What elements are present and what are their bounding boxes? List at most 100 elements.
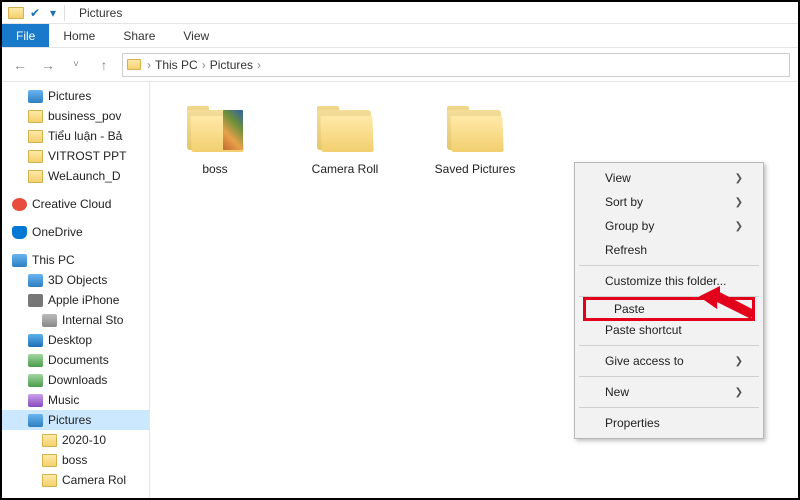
tab-file[interactable]: File — [2, 24, 49, 47]
sidebar-item-pictures-qa[interactable]: Pictures — [2, 86, 149, 106]
sidebar-item-welaunch[interactable]: WeLaunch_D — [2, 166, 149, 186]
folder-icon — [445, 106, 505, 154]
nav-forward-icon[interactable]: → — [38, 55, 58, 75]
folder-item-boss[interactable]: boss — [170, 106, 260, 176]
titlebar: ✔ ▾ Pictures — [2, 2, 798, 24]
tab-share[interactable]: Share — [109, 24, 169, 47]
nav-back-icon[interactable]: ← — [10, 55, 30, 75]
sidebar-item-2020[interactable]: 2020-10 — [2, 430, 149, 450]
ctx-customize[interactable]: Customize this folder... — [577, 269, 761, 293]
chevron-right-icon: ❯ — [735, 221, 743, 232]
sidebar-label: This PC — [32, 253, 75, 267]
explorer-window: ✔ ▾ Pictures File Home Share View ← → ˅ … — [0, 0, 800, 500]
window-title: Pictures — [71, 6, 122, 20]
sidebar-label: WeLaunch_D — [48, 169, 121, 183]
sidebar-item-thispc[interactable]: This PC — [2, 250, 149, 270]
breadcrumb-folder-icon — [127, 59, 141, 70]
creative-cloud-icon — [12, 198, 27, 211]
folder-icon — [28, 110, 43, 123]
sidebar-item-music[interactable]: Music — [2, 390, 149, 410]
sidebar-label: Downloads — [48, 373, 107, 387]
qat-check-icon[interactable]: ✔ — [28, 6, 42, 20]
ctx-label: Paste shortcut — [605, 323, 682, 337]
folder-icon — [28, 150, 43, 163]
qat-divider — [64, 5, 65, 21]
chevron-right-icon: ❯ — [735, 387, 743, 398]
ctx-refresh[interactable]: Refresh — [577, 238, 761, 262]
nav-recent-icon[interactable]: ˅ — [66, 55, 86, 75]
breadcrumb[interactable]: › This PC › Pictures › — [122, 53, 790, 77]
sidebar-label: Apple iPhone — [48, 293, 119, 307]
sidebar-label: Internal Sto — [62, 313, 123, 327]
ctx-separator — [579, 345, 759, 346]
folder-icon — [185, 106, 245, 154]
ctx-new[interactable]: New ❯ — [577, 380, 761, 404]
folder-item-cameraroll[interactable]: Camera Roll — [300, 106, 390, 176]
ctx-view[interactable]: View❯ — [577, 166, 761, 190]
folder-label: Camera Roll — [312, 162, 379, 176]
sidebar: Pictures business_pov Tiểu luận - Bả VIT… — [2, 82, 150, 498]
chevron-right-icon: ❯ — [735, 173, 743, 184]
ctx-label: Give access to — [605, 354, 684, 368]
breadcrumb-root[interactable]: This PC — [155, 58, 198, 72]
folder-item-savedpictures[interactable]: Saved Pictures — [430, 106, 520, 176]
ctx-label: New — [605, 385, 629, 399]
sidebar-label: business_pov — [48, 109, 121, 123]
sidebar-label: Tiểu luận - Bả — [48, 129, 122, 143]
this-pc-icon — [12, 254, 27, 267]
breadcrumb-current[interactable]: Pictures — [210, 58, 253, 72]
downloads-icon — [28, 374, 43, 387]
music-icon — [28, 394, 43, 407]
tab-view[interactable]: View — [169, 24, 223, 47]
sidebar-item-tieuluan[interactable]: Tiểu luận - Bả — [2, 126, 149, 146]
sidebar-item-business[interactable]: business_pov — [2, 106, 149, 126]
sidebar-item-downloads[interactable]: Downloads — [2, 370, 149, 390]
onedrive-icon — [12, 226, 27, 239]
chevron-right-icon: ❯ — [735, 356, 743, 367]
sidebar-label: 3D Objects — [48, 273, 107, 287]
ctx-label: Group by — [605, 219, 654, 233]
ctx-pasteshortcut[interactable]: Paste shortcut — [577, 318, 761, 342]
sidebar-item-onedrive[interactable]: OneDrive — [2, 222, 149, 242]
disk-icon — [42, 314, 57, 327]
sidebar-item-vitrost[interactable]: VITROST PPT — [2, 146, 149, 166]
ctx-groupby[interactable]: Group by ❯ — [577, 214, 761, 238]
ctx-giveaccess[interactable]: Give access to ❯ — [577, 349, 761, 373]
sidebar-item-boss[interactable]: boss — [2, 450, 149, 470]
chevron-right-icon: ❯ — [735, 197, 743, 208]
qat-dropdown-icon[interactable]: ▾ — [46, 6, 60, 20]
sidebar-label: 2020-10 — [62, 433, 106, 447]
ctx-properties[interactable]: Properties — [577, 411, 761, 435]
sidebar-item-3dobjects[interactable]: 3D Objects — [2, 270, 149, 290]
breadcrumb-sep-icon: › — [255, 58, 263, 72]
sidebar-label: Pictures — [48, 89, 91, 103]
sidebar-label: VITROST PPT — [48, 149, 126, 163]
sidebar-item-desktop[interactable]: Desktop — [2, 330, 149, 350]
ctx-label: Refresh — [605, 243, 647, 257]
folder-icon — [42, 454, 57, 467]
ctx-separator — [579, 265, 759, 266]
folder-icon — [42, 474, 57, 487]
sidebar-label: Pictures — [48, 413, 91, 427]
ctx-separator — [579, 407, 759, 408]
documents-icon — [28, 354, 43, 367]
navbar: ← → ˅ ↑ › This PC › Pictures › — [2, 48, 798, 82]
sidebar-item-internal[interactable]: Internal Sto — [2, 310, 149, 330]
ctx-label: Customize this folder... — [605, 274, 726, 288]
tab-home[interactable]: Home — [49, 24, 109, 47]
breadcrumb-sep-icon: › — [200, 58, 208, 72]
ctx-separator — [579, 376, 759, 377]
folder-label: boss — [202, 162, 227, 176]
ctx-sortby[interactable]: Sort by❯ — [577, 190, 761, 214]
nav-up-icon[interactable]: ↑ — [94, 55, 114, 75]
sidebar-item-creativecloud[interactable]: Creative Cloud — [2, 194, 149, 214]
sidebar-item-cameraroll[interactable]: Camera Rol — [2, 470, 149, 490]
context-menu: View❯ Sort by❯ Group by ❯ Refresh Customi… — [574, 162, 764, 439]
breadcrumb-sep-icon: › — [145, 58, 153, 72]
sidebar-item-pictures[interactable]: Pictures — [2, 410, 149, 430]
sidebar-item-documents[interactable]: Documents — [2, 350, 149, 370]
folder-icon — [28, 130, 43, 143]
sidebar-label: Camera Rol — [62, 473, 126, 487]
phone-icon — [28, 294, 43, 307]
sidebar-item-iphone[interactable]: Apple iPhone — [2, 290, 149, 310]
